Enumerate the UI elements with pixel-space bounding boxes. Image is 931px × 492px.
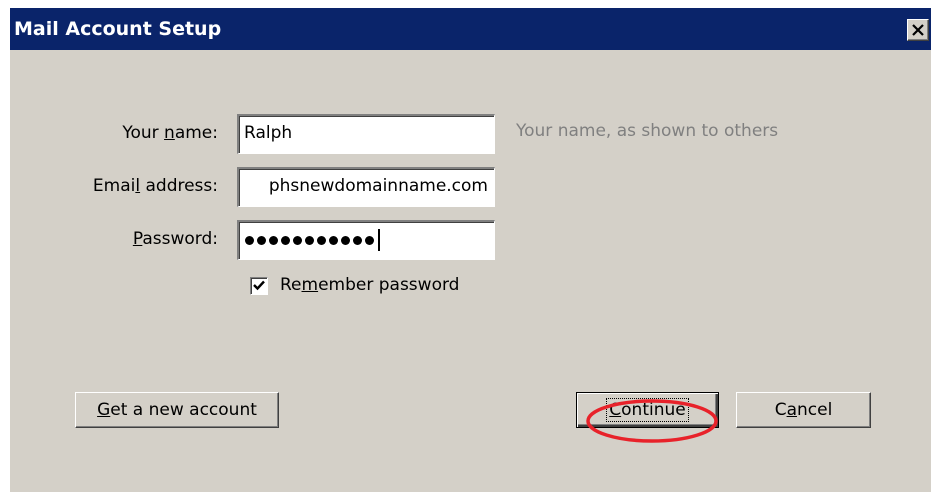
password-mask-dot bbox=[365, 235, 374, 245]
close-icon bbox=[912, 24, 924, 36]
password-field[interactable] bbox=[237, 220, 495, 260]
title-bar[interactable]: Mail Account Setup bbox=[10, 8, 931, 50]
password-mask-dot bbox=[317, 235, 326, 245]
password-mask-dot bbox=[341, 235, 350, 245]
password-label: Password: bbox=[132, 229, 218, 249]
email-field[interactable]: phsnewdomainname.com bbox=[237, 167, 495, 207]
continue-button[interactable]: Continue bbox=[576, 392, 719, 428]
name-hint: Your name, as shown to others bbox=[516, 121, 779, 141]
get-new-account-button[interactable]: Get a new account bbox=[75, 392, 279, 428]
mail-account-setup-dialog: Mail Account Setup Your name: Ralph Your… bbox=[10, 8, 931, 492]
password-mask-dot bbox=[269, 235, 278, 245]
password-mask-dot bbox=[305, 235, 314, 245]
cancel-button[interactable]: Cancel bbox=[736, 392, 871, 428]
name-label: Your name: bbox=[122, 123, 218, 143]
password-mask-dot bbox=[353, 235, 362, 245]
close-button[interactable] bbox=[907, 19, 929, 41]
checkmark-icon bbox=[253, 280, 265, 291]
text-caret bbox=[378, 229, 380, 251]
password-mask bbox=[245, 229, 380, 251]
email-value: phsnewdomainname.com bbox=[268, 176, 488, 196]
dialog-title: Mail Account Setup bbox=[14, 18, 222, 40]
name-value: Ralph bbox=[244, 123, 293, 143]
password-mask-dot bbox=[293, 235, 302, 245]
password-mask-dot bbox=[329, 235, 338, 245]
remember-password-label[interactable]: Remember password bbox=[280, 275, 459, 295]
password-mask-dot bbox=[257, 235, 266, 245]
password-mask-dot bbox=[281, 235, 290, 245]
remember-password-checkbox[interactable] bbox=[250, 277, 268, 295]
email-label: Email address: bbox=[92, 176, 218, 196]
password-mask-dot bbox=[245, 235, 254, 245]
name-field[interactable]: Ralph bbox=[237, 114, 495, 154]
